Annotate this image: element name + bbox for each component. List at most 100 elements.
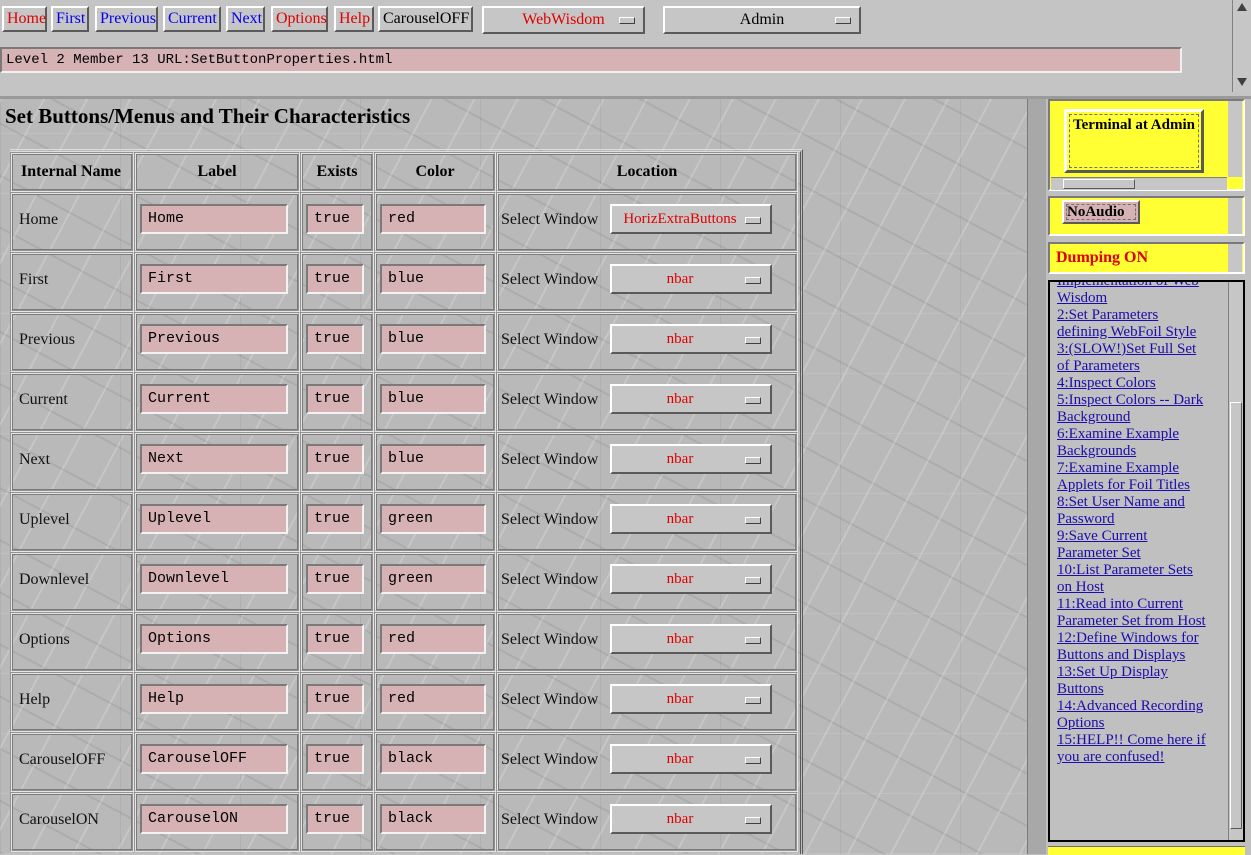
location-select[interactable]: nbar — [610, 684, 772, 714]
label-field[interactable]: Next — [140, 444, 288, 474]
exists-field[interactable]: true — [306, 204, 364, 234]
location-select[interactable]: nbar — [610, 444, 772, 474]
scroll-down-arrow-icon[interactable] — [1237, 78, 1247, 86]
url-status-field[interactable]: Level 2 Member 13 URL:SetButtonPropertie… — [0, 47, 1182, 73]
exists-field[interactable]: true — [306, 564, 364, 594]
dropdown-handle-icon — [745, 757, 761, 764]
style-select[interactable]: WebWisdom — [482, 6, 645, 34]
column-header-exists: Exists — [316, 163, 358, 180]
dropdown-handle-icon — [619, 17, 635, 24]
side-link[interactable]: 5:Inspect Colors -- Dark Background — [1057, 392, 1207, 426]
exists-field[interactable]: true — [306, 324, 364, 354]
nav-button-carouseloff[interactable]: CarouselOFF — [378, 6, 473, 32]
noaudio-button[interactable]: NoAudio — [1062, 200, 1140, 224]
exists-field[interactable]: true — [306, 384, 364, 414]
location-select[interactable]: nbar — [610, 324, 772, 354]
color-field[interactable]: blue — [380, 264, 486, 294]
nav-button-previous[interactable]: Previous — [95, 6, 158, 32]
exists-field[interactable]: true — [306, 624, 364, 654]
user-select[interactable]: Admin — [663, 6, 861, 34]
location-select[interactable]: nbar — [610, 504, 772, 534]
nav-button-options[interactable]: Options — [271, 6, 328, 32]
label-field[interactable]: Options — [140, 624, 288, 654]
select-window-label: Select Window — [501, 391, 599, 408]
color-field[interactable]: green — [380, 504, 486, 534]
nav-button-help[interactable]: Help — [334, 6, 374, 32]
scroll-thumb[interactable] — [1230, 402, 1242, 829]
side-link[interactable]: 15:HELP!! Come here if you are confused! — [1057, 732, 1207, 766]
exists-field[interactable]: true — [306, 504, 364, 534]
scroll-up-arrow-icon[interactable] — [1237, 3, 1247, 11]
side-link[interactable]: 12:Define Windows for Buttons and Displa… — [1057, 630, 1207, 664]
side-link[interactable]: 2:Set Parameters defining WebFoil Style — [1057, 307, 1207, 341]
terminal-h-scrollbar[interactable] — [1051, 177, 1227, 190]
nav-button-current[interactable]: Current — [163, 6, 221, 32]
side-link[interactable]: 14:Advanced Recording Options — [1057, 698, 1207, 732]
audio-frame-scrollbar[interactable] — [1228, 198, 1242, 234]
color-field[interactable]: blue — [380, 384, 486, 414]
main-scrollbar[interactable] — [1027, 99, 1046, 854]
color-field[interactable]: red — [380, 624, 486, 654]
exists-field[interactable]: true — [306, 444, 364, 474]
label-field[interactable]: Previous — [140, 324, 288, 354]
location-select[interactable]: nbar — [610, 804, 772, 834]
exists-field[interactable]: true — [306, 684, 364, 714]
exists-field[interactable]: true — [306, 744, 364, 774]
label-field[interactable]: Downlevel — [140, 564, 288, 594]
side-link[interactable]: 10:List Parameter Sets on Host — [1057, 562, 1207, 596]
color-field[interactable]: blue — [380, 324, 486, 354]
terminal-frame: Terminal at Admin — [1048, 99, 1245, 191]
label-field[interactable]: Home — [140, 204, 288, 234]
dropdown-handle-icon — [835, 17, 851, 24]
location-select[interactable]: nbar — [610, 384, 772, 414]
side-link[interactable]: Implementation of Web Wisdom — [1057, 282, 1207, 307]
top-frame-scrollbar[interactable] — [1232, 0, 1251, 92]
link-list-frame: Implementation of Web Wisdom 2:Set Parame… — [1048, 280, 1245, 842]
side-link[interactable]: 4:Inspect Colors — [1057, 375, 1207, 392]
location-select[interactable]: nbar — [610, 564, 772, 594]
scroll-thumb[interactable] — [1063, 179, 1135, 189]
internal-name: Help — [19, 691, 51, 708]
location-select[interactable]: nbar — [610, 624, 772, 654]
nav-button-next[interactable]: Next — [226, 6, 265, 32]
side-link[interactable]: 11:Read into Current Parameter Set from … — [1057, 596, 1207, 630]
label-field[interactable]: CarouselON — [140, 804, 288, 834]
terminal-v-scrollbar[interactable] — [1228, 101, 1242, 177]
side-link[interactable]: 13:Set Up Display Buttons — [1057, 664, 1207, 698]
color-field[interactable]: blue — [380, 444, 486, 474]
label-field[interactable]: Current — [140, 384, 288, 414]
page-title: Set Buttons/Menus and Their Characterist… — [5, 104, 411, 128]
label-field[interactable]: CarouselOFF — [140, 744, 288, 774]
side-link[interactable]: 7:Examine Example Applets for Foil Title… — [1057, 460, 1207, 494]
side-link[interactable]: 3:(SLOW!)Set Full Set of Parameters — [1057, 341, 1207, 375]
color-field[interactable]: green — [380, 564, 486, 594]
column-header-label: Label — [197, 163, 237, 180]
color-field[interactable]: red — [380, 204, 486, 234]
dropdown-handle-icon — [745, 697, 761, 704]
location-select[interactable]: nbar — [610, 264, 772, 294]
side-link[interactable]: 8:Set User Name and Password — [1057, 494, 1207, 528]
location-select[interactable]: HorizExtraButtons — [610, 204, 772, 234]
color-field[interactable]: red — [380, 684, 486, 714]
label-field[interactable]: First — [140, 264, 288, 294]
nav-button-first[interactable]: First — [51, 6, 89, 32]
select-window-label: Select Window — [501, 211, 599, 228]
side-link[interactable]: 6:Examine Example Backgrounds — [1057, 426, 1207, 460]
dropdown-handle-icon — [745, 817, 761, 824]
color-field[interactable]: black — [380, 804, 486, 834]
nav-button-home[interactable]: Home — [2, 6, 47, 32]
side-link[interactable]: 9:Save Current Parameter Set — [1057, 528, 1207, 562]
location-select[interactable]: nbar — [610, 744, 772, 774]
internal-name: Next — [19, 451, 51, 468]
column-header-color: Color — [415, 163, 455, 180]
exists-field[interactable]: true — [306, 804, 364, 834]
terminal-button[interactable]: Terminal at Admin — [1064, 109, 1204, 173]
label-field[interactable]: Uplevel — [140, 504, 288, 534]
color-field[interactable]: black — [380, 744, 486, 774]
link-list-scrollbar[interactable] — [1228, 282, 1243, 840]
select-window-label: Select Window — [501, 451, 599, 468]
exists-field[interactable]: true — [306, 264, 364, 294]
label-field[interactable]: Help — [140, 684, 288, 714]
dumping-frame-scrollbar[interactable] — [1228, 244, 1242, 272]
top-frame: Home First Previous Current Next Options Help C… — [0, 0, 1251, 99]
